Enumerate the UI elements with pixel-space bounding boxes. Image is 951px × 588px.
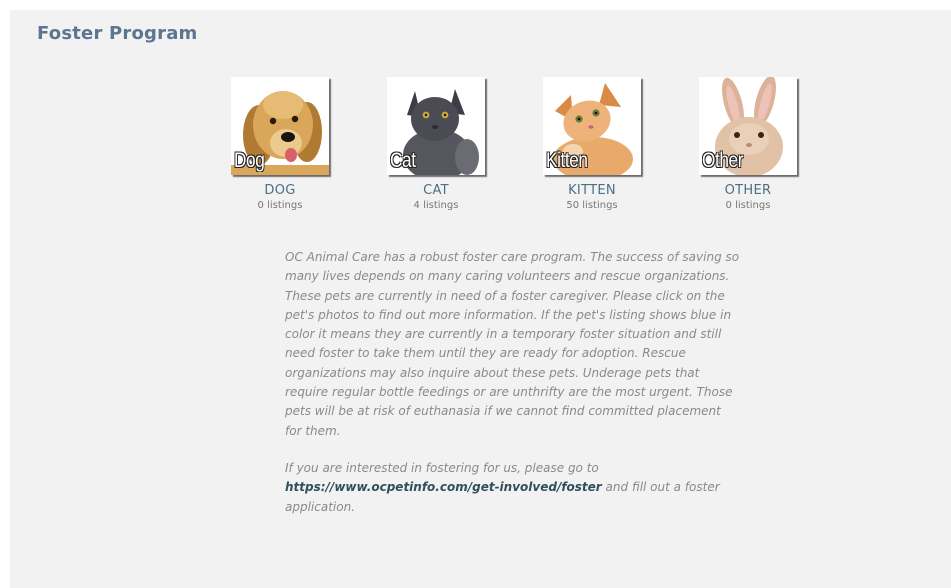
listing-count: 4 listings — [413, 200, 459, 211]
category-dog[interactable]: Dog DOG 0 listings — [220, 77, 340, 211]
description-paragraph-cta: If you are interested in fostering for u… — [285, 459, 740, 517]
dog-thumb-caption: Dog — [234, 149, 265, 172]
foster-signup-link[interactable]: https://www.ocpetinfo.com/get-involved/f… — [285, 480, 602, 494]
dog-thumbnail[interactable]: Dog — [231, 77, 329, 175]
category-other[interactable]: Other OTHER 0 listings — [688, 77, 808, 211]
other-thumb-caption: Other — [702, 149, 744, 172]
kitten-thumb-caption: Kitten — [546, 149, 588, 172]
category-kitten[interactable]: Kitten KITTEN 50 listings — [532, 77, 652, 211]
listing-count: 0 listings — [257, 200, 303, 211]
description-paragraph: OC Animal Care has a robust foster care … — [285, 250, 740, 438]
cat-thumbnail[interactable]: Cat — [387, 77, 485, 175]
category-name[interactable]: DOG — [220, 183, 340, 198]
listing-count: 50 listings — [566, 200, 618, 211]
cat-thumb-caption: Cat — [390, 149, 416, 172]
foster-program-panel: Foster Program Dog DOG 0 listings Cat CA… — [10, 10, 951, 588]
other-thumbnail[interactable]: Other — [699, 77, 797, 175]
cta-text-before: If you are interested in fostering for u… — [285, 460, 599, 475]
program-description: OC Animal Care has a robust foster care … — [285, 248, 740, 535]
page-title: Foster Program — [37, 23, 198, 44]
category-name[interactable]: CAT — [376, 183, 496, 198]
category-name[interactable]: KITTEN — [532, 183, 652, 198]
category-cat[interactable]: Cat CAT 4 listings — [376, 77, 496, 211]
category-name[interactable]: OTHER — [688, 183, 808, 198]
listing-count: 0 listings — [725, 200, 771, 211]
kitten-thumbnail[interactable]: Kitten — [543, 77, 641, 175]
category-grid: Dog DOG 0 listings Cat CAT 4 listings Ki… — [220, 77, 820, 222]
